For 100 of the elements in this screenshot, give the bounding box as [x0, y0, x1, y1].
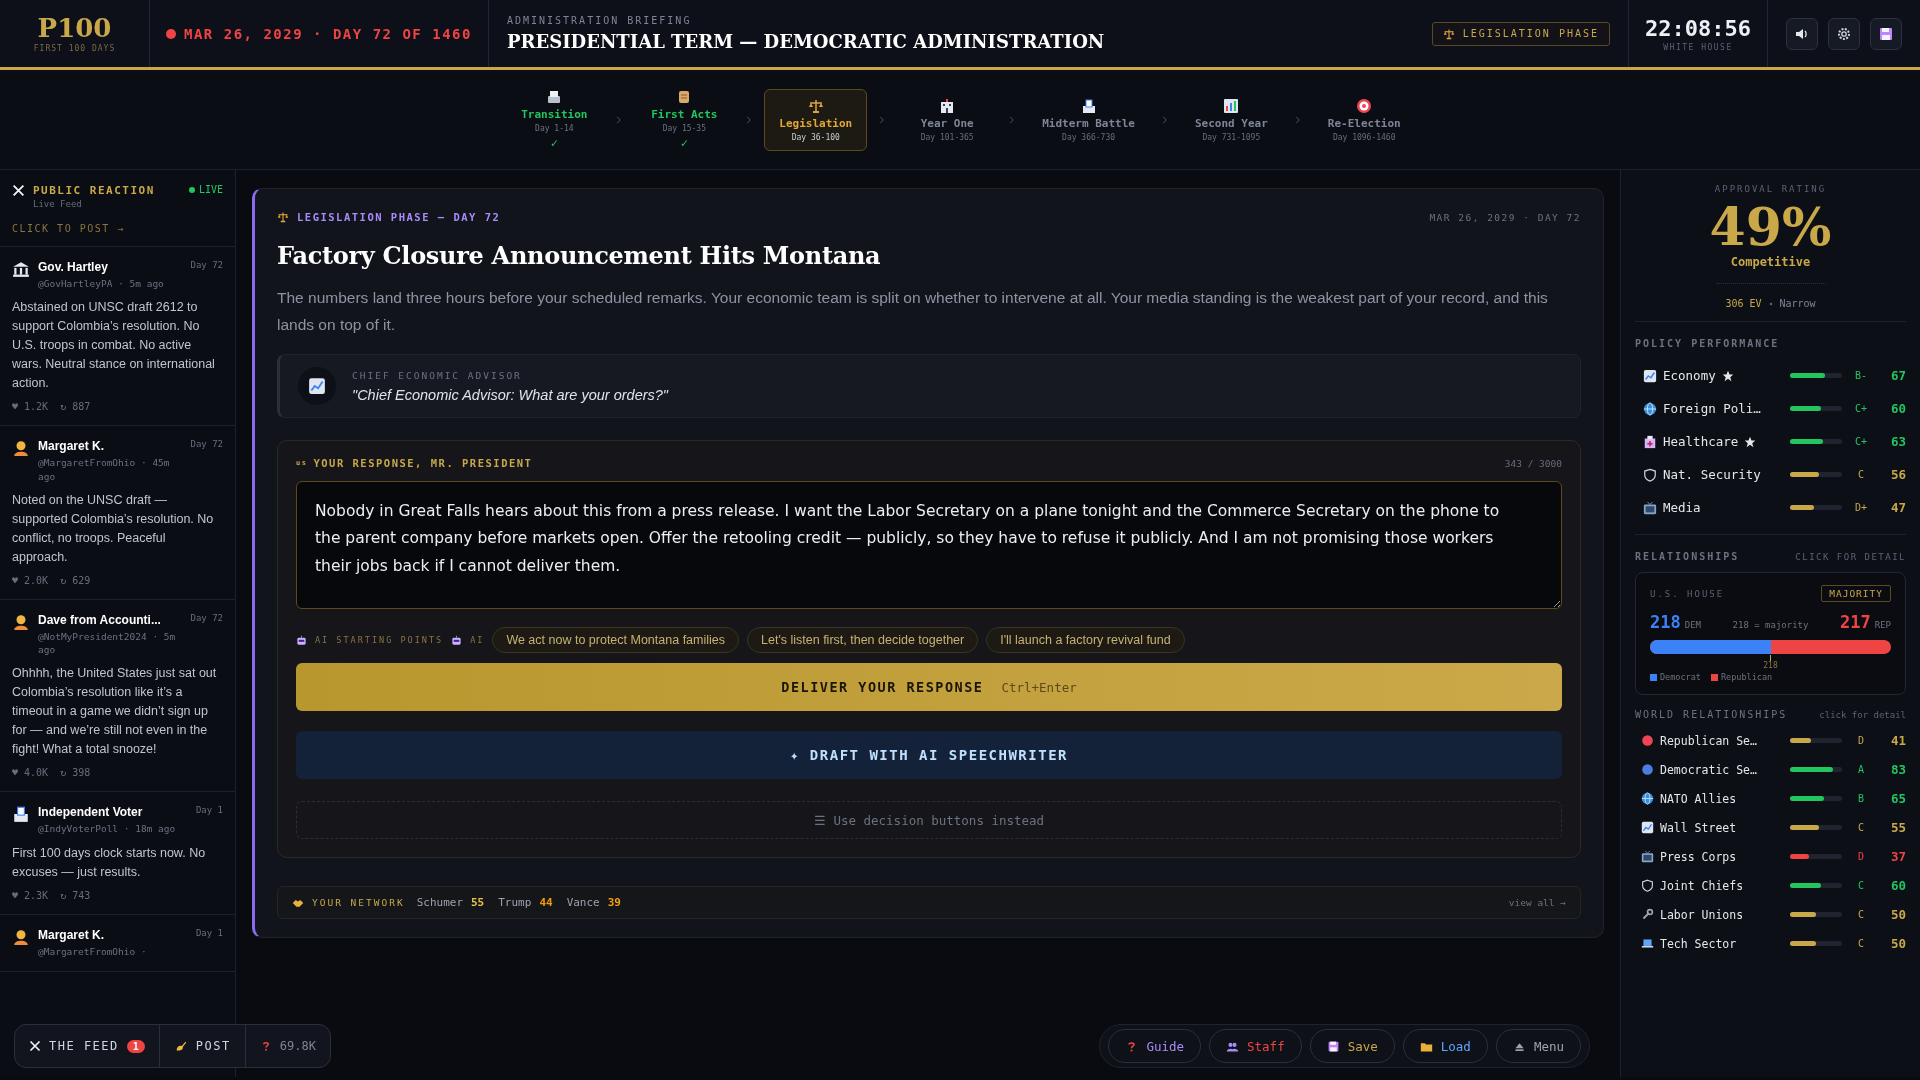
suggestion-chip[interactable]: We act now to protect Montana families [492, 627, 739, 654]
phase-step[interactable]: First Acts Day 15-35 ✓ [634, 80, 735, 159]
rep-label: REP [1874, 620, 1891, 631]
chart-icon [308, 377, 326, 396]
section-title: WORLD RELATIONSHIPS [1635, 709, 1788, 721]
policy-row[interactable]: Economy B- 67 [1635, 359, 1906, 393]
policy-score: 47 [1889, 500, 1906, 516]
phase-step[interactable]: Year One Day 101-365 [897, 88, 998, 151]
relationship-row[interactable]: Democratic Se… A 83 [1635, 755, 1906, 785]
policy-grade: C [1857, 469, 1865, 481]
laptop-icon [1641, 937, 1654, 951]
policy-name: Media [1663, 500, 1701, 516]
dem-label: DEM [1684, 620, 1701, 631]
house-card[interactable]: U.S. HOUSE MAJORITY 218 DEM 218 = majority 217 REP 218 Democrat Republican [1635, 572, 1906, 696]
feed-tab[interactable]: THE FEED 1 [15, 1025, 159, 1067]
contact-name: Schumer [416, 896, 463, 910]
post-day: Day 1 [195, 805, 223, 816]
suggestion-chip[interactable]: Let's listen first, then decide together [747, 627, 979, 654]
clock-time: 22:08:56 [1645, 15, 1751, 41]
section-title: RELATIONSHIPS [1635, 551, 1740, 563]
relationship-row[interactable]: Republican Se… D 41 [1635, 726, 1906, 756]
speechwriter-button[interactable]: ✦ DRAFT WITH AI SPEECHWRITER [296, 731, 1562, 780]
relationship-row[interactable]: Wall Street C 55 [1635, 813, 1906, 843]
decision-buttons-link[interactable]: ☰ Use decision buttons instead [296, 801, 1562, 840]
relationship-row[interactable]: Labor Unions C 50 [1635, 900, 1906, 930]
hospital-icon [1643, 434, 1657, 449]
relationship-grade: C [1857, 938, 1865, 950]
ballot-box-icon [12, 805, 30, 824]
majority-badge: MAJORITY [1821, 585, 1891, 603]
policy-row[interactable]: Media D+ 47 [1635, 491, 1906, 525]
legend-label: Democrat [1660, 672, 1701, 683]
post-author: Dave from Accounti... [38, 612, 162, 627]
policy-row[interactable]: Nat. Security C 56 [1635, 458, 1906, 492]
relationship-score: 83 [1889, 762, 1906, 778]
post-author: Margaret K. [38, 927, 106, 942]
globe-icon [1641, 792, 1654, 806]
relationship-name: Wall Street [1660, 820, 1737, 835]
phase-step[interactable]: Legislation Day 36-100 [764, 88, 868, 151]
relationship-grade: C [1857, 909, 1865, 921]
section-title: POLICY PERFORMANCE [1635, 338, 1780, 350]
television-icon [1641, 850, 1654, 864]
policy-score: 63 [1889, 434, 1906, 450]
post-button[interactable]: POST [158, 1025, 245, 1067]
like-count: ♥ 1.2K [12, 401, 49, 413]
contact-score: 55 [471, 896, 485, 910]
globe-icon [1643, 401, 1657, 416]
relationship-row[interactable]: Joint Chiefs C 60 [1635, 871, 1906, 901]
suggestion-chip[interactable]: I'll launch a factory revival fund [986, 627, 1185, 654]
save-button[interactable] [1870, 17, 1902, 50]
network-label: YOUR NETWORK [312, 897, 405, 909]
post-handle: @GovHartleyPA · 5m ago [38, 277, 165, 291]
post-day: Day 72 [190, 612, 223, 623]
starting-points-label: AI STARTING POINTS [315, 635, 444, 646]
person-icon [12, 927, 30, 946]
response-field[interactable]: Nobody in Great Falls hears about this from a press release. I want the Labor Secretary on a plane tonight and the Commerce Secretary on the phone to the parent company before markets open. Offer the retooling credit — publicly, so they have to refuse it publicly. And I am not promising those workers their jobs back if I cannot deliver them. [296, 481, 1562, 610]
phase-step[interactable]: Midterm Battle Day 366-730 [1027, 88, 1150, 151]
chart-icon [1641, 821, 1654, 835]
live-label: LIVE [198, 184, 223, 195]
menu-button[interactable]: Save [1309, 1029, 1395, 1063]
post-day: Day 72 [190, 439, 223, 450]
policy-row[interactable]: Foreign Poli… C+ 60 [1635, 392, 1906, 426]
typewriter-icon [546, 89, 563, 105]
detail-hint: click for detail [1819, 710, 1906, 721]
building-icon [12, 260, 30, 278]
settings-button[interactable] [1828, 17, 1860, 50]
policy-grade: C+ [1853, 403, 1868, 415]
x-logo-icon [12, 184, 25, 197]
deliver-button[interactable]: DELIVER YOUR RESPONSE Ctrl+Enter [296, 663, 1562, 712]
relationship-grade: B [1857, 793, 1865, 805]
phase-step[interactable]: Transition Day 1-14 ✓ [504, 80, 605, 159]
phase-badge[interactable]: LEGISLATION PHASE [1431, 21, 1610, 46]
relationship-name: Democratic Se… [1660, 762, 1757, 777]
briefing-date: MAR 26, 2029 · DAY 72 [1429, 211, 1581, 223]
policy-score: 56 [1889, 467, 1906, 483]
policy-row[interactable]: Healthcare C+ 63 [1635, 425, 1906, 459]
repost-count: ↻ 887 [60, 401, 91, 413]
relationship-row[interactable]: NATO Allies B 65 [1635, 784, 1906, 814]
post-author: Margaret K. [38, 439, 106, 454]
relationship-score: 41 [1889, 733, 1906, 749]
person-icon [12, 439, 30, 458]
view-all-link[interactable]: view all → [1508, 897, 1566, 909]
relationship-name: Republican Se… [1660, 733, 1757, 748]
sound-button[interactable] [1786, 17, 1818, 50]
post-link[interactable]: CLICK TO POST → [12, 223, 125, 234]
relationship-score: 50 [1889, 936, 1906, 952]
post-text: Ohhhh, the United States just sat out Colombia’s resolution like it’s a timeout in a game we didn’t sign up for — and we’re still not even in the fight! What a total snooze! [12, 665, 218, 759]
phase-label: LEGISLATION PHASE — DAY 72 [297, 211, 501, 223]
relationship-row[interactable]: Tech Sector C 50 [1635, 929, 1906, 959]
briefing-description: The numbers land three hours before your scheduled remarks. Your economic team is split on whether to intervene at all. Your media standing is the weakest part of your record, and this lands on top of it. [277, 288, 1549, 336]
chart-icon [1643, 368, 1657, 383]
phase-step[interactable]: Second Year Day 731-1095 [1179, 88, 1283, 151]
approval-label: APPROVAL RATING [1714, 184, 1827, 194]
post-handle: @IndyVoterPoll · 18m ago [38, 822, 177, 836]
relationship-grade: A [1857, 764, 1865, 776]
phase-step[interactable]: Re-Election Day 1096-1460 [1312, 88, 1416, 151]
scales-icon [807, 97, 824, 114]
help-stat-button[interactable]: 69.8K [244, 1025, 330, 1067]
repost-count: ↻ 629 [60, 574, 91, 586]
relationship-row[interactable]: Press Corps D 37 [1635, 842, 1906, 872]
contact-score: 39 [607, 896, 621, 910]
